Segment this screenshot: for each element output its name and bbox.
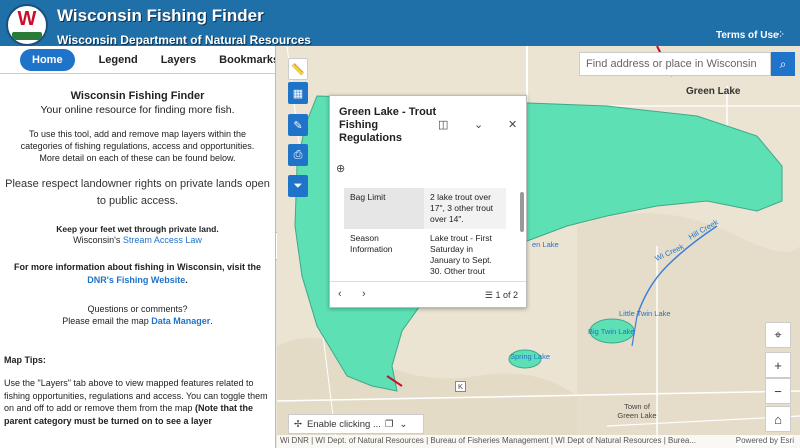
- filter-button[interactable]: ⏷: [288, 175, 308, 197]
- enable-clicking-toggle[interactable]: ✢ Enable clicking ... ❐ ⌄: [288, 414, 424, 434]
- map-tips-heading: Map Tips:: [4, 355, 46, 365]
- questions-block: Questions or comments? Please email the …: [62, 304, 213, 326]
- popup-attribute-table: Bag Limit 2 lake trout over 17", 3 other…: [344, 188, 506, 281]
- prev-feature-icon[interactable]: ‹: [338, 288, 342, 300]
- crosshair-icon: ✢: [294, 418, 302, 430]
- tab-layers[interactable]: Layers: [161, 54, 196, 66]
- copy-icon[interactable]: ❐: [385, 419, 394, 430]
- chevron-down-icon[interactable]: ⌄: [474, 118, 483, 131]
- dock-icon[interactable]: ◫: [438, 118, 448, 131]
- home-subtitle: Your online resource for finding more fi…: [40, 104, 235, 116]
- tab-legend[interactable]: Legend: [99, 54, 138, 66]
- map-label-town: Town of Green Lake: [617, 402, 657, 420]
- data-manager-link[interactable]: Data Manager: [151, 316, 210, 326]
- tab-bookmarks[interactable]: Bookmarks: [219, 54, 275, 66]
- more-info-block: For more information about fishing in Wi…: [14, 262, 261, 285]
- zoom-to-icon[interactable]: ⊕: [336, 162, 345, 175]
- close-icon[interactable]: ✕: [508, 118, 517, 131]
- table-row: Season Information Lake trout - First Sa…: [344, 229, 506, 281]
- map-label-green-lake: Green Lake: [686, 86, 741, 97]
- app-subtitle: Wisconsin Department of Natural Resource…: [57, 33, 311, 47]
- popup-pager[interactable]: ☰ 1 of 2: [485, 290, 518, 301]
- map-tips-text: Use the "Layers" tab above to view mappe…: [4, 378, 268, 426]
- panel-tabs: Home Legend Layers Bookmarks: [0, 46, 275, 74]
- side-panel: Home Legend Layers Bookmarks Wisconsin F…: [0, 46, 276, 448]
- keep-feet-wet: Keep your feet wet through private land.: [56, 224, 219, 234]
- tab-home[interactable]: Home: [20, 48, 75, 71]
- home-intro: To use this tool, add and remove map lay…: [20, 129, 255, 163]
- map-label-en-lake: en Lake: [532, 240, 559, 249]
- chevron-down-icon[interactable]: ⌄: [399, 419, 407, 430]
- measure-tool-button[interactable]: 📏: [288, 58, 308, 80]
- search-icon[interactable]: ⌕: [771, 52, 795, 76]
- zoom-out-button[interactable]: −: [765, 378, 791, 404]
- popup-title: Green Lake - Trout Fishing Regulations: [339, 106, 437, 144]
- stream-access-link[interactable]: Stream Access Law: [123, 235, 202, 245]
- popup-footer: ‹ › ☰ 1 of 2: [330, 281, 526, 307]
- home-title: Wisconsin Fishing Finder: [70, 90, 205, 102]
- feature-popup: Green Lake - Trout Fishing Regulations ◫…: [329, 95, 527, 308]
- map-label-big-twin: Big Twin Lake: [588, 327, 635, 336]
- share-icon[interactable]: ⁘: [776, 28, 785, 41]
- terms-of-use-link[interactable]: Terms of Use: [716, 30, 779, 41]
- app-title: Wisconsin Fishing Finder: [57, 6, 264, 25]
- powered-by-esri[interactable]: Powered by Esri: [735, 436, 794, 445]
- popup-scrollbar[interactable]: [520, 192, 524, 232]
- table-row: Bag Limit 2 lake trout over 17", 3 other…: [344, 188, 506, 229]
- basemap-gallery-button[interactable]: ▦: [288, 82, 308, 104]
- dnr-logo: W: [6, 4, 48, 46]
- map-marker-k: K: [455, 381, 467, 392]
- logo-w-icon: W: [17, 8, 37, 30]
- home-icon[interactable]: ⌂: [765, 406, 791, 432]
- next-feature-icon[interactable]: ›: [362, 288, 366, 300]
- search-input[interactable]: Find address or place in Wisconsin: [579, 52, 771, 76]
- dnr-fishing-link[interactable]: DNR's Fishing Website: [87, 275, 185, 285]
- stream-access-line: Wisconsin's Stream Access Law: [73, 235, 202, 245]
- zoom-in-button[interactable]: +: [765, 352, 791, 378]
- draw-tool-button[interactable]: ✎: [288, 114, 308, 136]
- map-label-spring-lake: Spring Lake: [510, 352, 551, 361]
- map-label-little-twin: Little Twin Lake: [619, 309, 671, 318]
- home-content: Wisconsin Fishing Finder Your online res…: [0, 90, 275, 427]
- locate-icon[interactable]: ⌖: [765, 322, 791, 348]
- print-button[interactable]: ⎙: [288, 144, 308, 166]
- app-header: W Wisconsin Fishing Finder Wisconsin Dep…: [0, 0, 800, 47]
- respect-note: Please respect landowner rights on priva…: [5, 178, 270, 207]
- map-attribution: Wi DNR | WI Dept. of Natural Resources |…: [277, 435, 800, 448]
